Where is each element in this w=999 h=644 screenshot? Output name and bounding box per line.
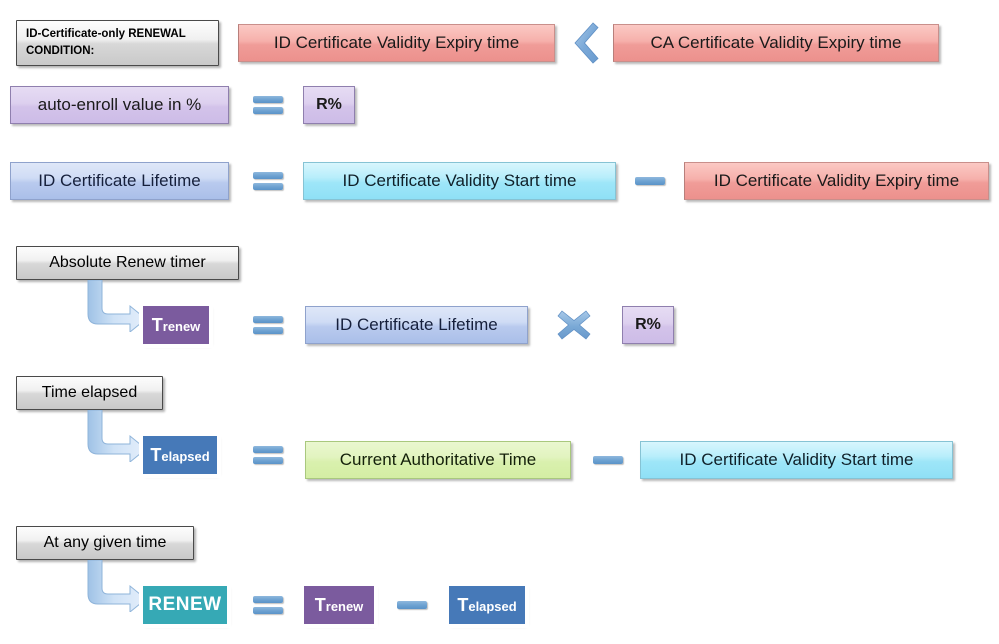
t-renew-sub: renew — [325, 598, 364, 614]
t-renew-main: T — [151, 314, 163, 335]
auto-enroll-value-box: auto-enroll value in % — [10, 86, 229, 124]
equals-operator-icon-row3 — [250, 162, 286, 200]
renewal-condition-title-box: ID-Certificate-only RENEWAL CONDITION: — [16, 20, 219, 66]
id-cert-validity-start-box-row3: ID Certificate Validity Start time — [303, 162, 616, 200]
times-operator-icon-row4 — [554, 306, 594, 344]
t-renew-sub: renew — [162, 318, 201, 334]
id-cert-validity-start-box-row5: ID Certificate Validity Start time — [640, 441, 953, 479]
elbow-arrow-renew — [84, 560, 150, 612]
equals-bar-top — [253, 316, 283, 323]
minus-bar — [635, 177, 665, 185]
t-elapsed-chip-row6: Telapsed — [445, 582, 529, 628]
r-percent-box-row4: R% — [622, 306, 674, 344]
r-percent-box-row2: R% — [303, 86, 355, 124]
equals-bar-bottom — [253, 183, 283, 190]
minus-bar — [397, 601, 427, 609]
minus-operator-icon-row5 — [590, 441, 626, 479]
minus-operator-icon-row3 — [632, 162, 668, 200]
t-elapsed-chip-row5: Telapsed — [139, 432, 221, 478]
minus-bar — [593, 456, 623, 464]
t-renew-chip-row6: Trenew — [300, 582, 378, 628]
t-elapsed-sub: elapsed — [161, 448, 210, 464]
t-elapsed-sub: elapsed — [468, 598, 517, 614]
equals-bar-bottom — [253, 107, 283, 114]
equals-operator-icon-row4 — [250, 306, 286, 344]
t-renew-chip-row4: Trenew — [139, 302, 213, 348]
equals-bar-bottom — [253, 607, 283, 614]
title-line-2: CONDITION: — [26, 44, 95, 57]
id-cert-validity-expiry-box-row3: ID Certificate Validity Expiry time — [684, 162, 989, 200]
renew-chip: RENEW — [139, 582, 231, 628]
equals-operator-icon-row6 — [250, 586, 286, 624]
t-elapsed-main: T — [150, 444, 162, 465]
equals-bar-top — [253, 96, 283, 103]
elbow-arrow-time-elapsed — [84, 410, 150, 462]
current-authoritative-time-box: Current Authoritative Time — [305, 441, 571, 479]
equals-operator-icon-row5 — [250, 436, 286, 474]
equals-operator-icon-row2 — [250, 86, 286, 124]
elbow-arrow-absolute-renew — [84, 280, 150, 332]
time-elapsed-label: Time elapsed — [16, 376, 163, 410]
less-than-chevron-icon — [565, 20, 603, 66]
at-any-given-time-label: At any given time — [16, 526, 194, 560]
title-line-1: ID-Certificate-only RENEWAL — [26, 28, 186, 41]
id-cert-lifetime-box-row3: ID Certificate Lifetime — [10, 162, 229, 200]
equals-bar-bottom — [253, 457, 283, 464]
t-elapsed-main: T — [457, 594, 469, 615]
t-renew-main: T — [314, 594, 326, 615]
equals-bar-bottom — [253, 327, 283, 334]
id-cert-validity-expiry-box-row1: ID Certificate Validity Expiry time — [238, 24, 555, 62]
equals-bar-top — [253, 172, 283, 179]
id-cert-lifetime-box-row4: ID Certificate Lifetime — [305, 306, 528, 344]
ca-cert-validity-expiry-box: CA Certificate Validity Expiry time — [613, 24, 939, 62]
equals-bar-top — [253, 446, 283, 453]
absolute-renew-timer-label: Absolute Renew timer — [16, 246, 239, 280]
equals-bar-top — [253, 596, 283, 603]
minus-operator-icon-row6 — [394, 586, 430, 624]
